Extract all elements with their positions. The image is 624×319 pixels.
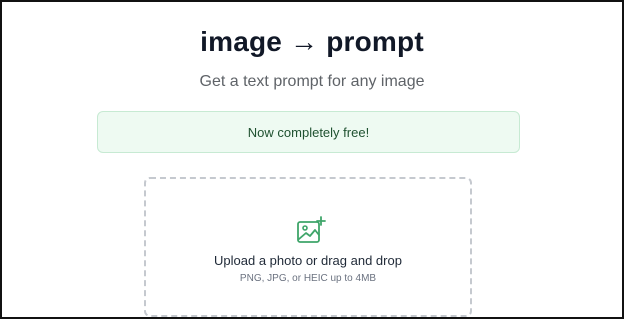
upload-label: Upload a photo or drag and drop (214, 253, 402, 268)
page-subtitle: Get a text prompt for any image (199, 73, 425, 90)
free-banner: Now completely free! (97, 111, 520, 153)
upload-hint: PNG, JPG, or HEIC up to 4MB (239, 273, 377, 284)
image-add-icon (297, 216, 326, 243)
free-banner-text: Now completely free! (247, 124, 370, 140)
upload-dropzone[interactable]: Upload a photo or drag and drop PNG, JPG… (144, 177, 472, 317)
page-title: image → prompt (200, 26, 424, 57)
page-frame: image → prompt Get a text prompt for any… (0, 0, 624, 319)
